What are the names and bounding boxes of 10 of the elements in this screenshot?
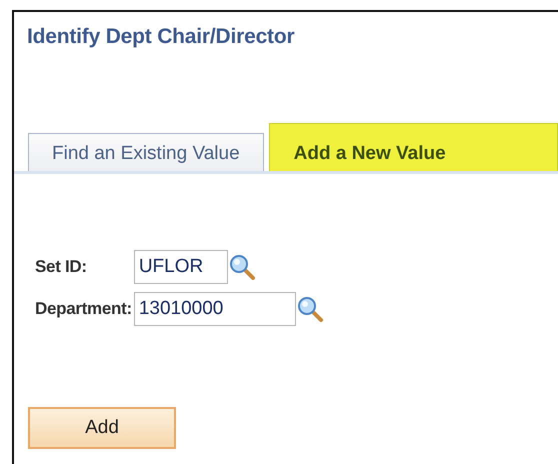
search-icon[interactable] [228, 254, 256, 280]
field-label: Set ID: [35, 257, 88, 277]
input-field[interactable]: 13010000 [134, 292, 296, 326]
input-field[interactable]: UFLOR [134, 250, 228, 284]
page-title: Identify Dept Chair/Director [26, 24, 296, 49]
tab[interactable]: Add a New Value [268, 123, 558, 171]
field-label: Department: [35, 299, 132, 319]
add-button[interactable]: Add [28, 407, 176, 449]
search-icon[interactable] [296, 296, 324, 322]
tab[interactable]: Find an Existing Value [28, 133, 264, 171]
